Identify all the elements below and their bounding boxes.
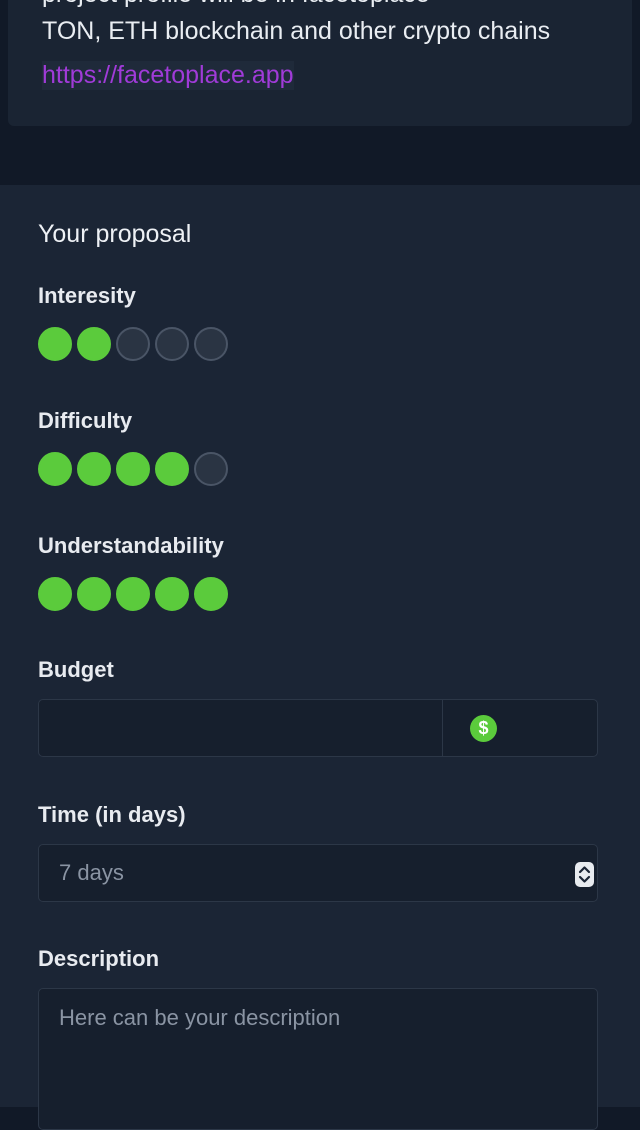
description-label: Description (38, 946, 160, 971)
budget-currency-addon: $ (442, 700, 598, 756)
rating-dot[interactable] (194, 327, 228, 361)
rating-dot[interactable] (77, 577, 111, 611)
project-info-card: project profile will be in facetoplace T… (8, 0, 632, 126)
understandability-label: Understandability (38, 533, 224, 558)
rating-dot[interactable] (77, 327, 111, 361)
rating-dot[interactable] (155, 577, 189, 611)
rating-dot[interactable] (38, 327, 72, 361)
rating-dot[interactable] (116, 452, 150, 486)
rating-dot[interactable] (77, 452, 111, 486)
rating-dot[interactable] (38, 452, 72, 486)
rating-dot[interactable] (155, 452, 189, 486)
rating-dot[interactable] (116, 327, 150, 361)
difficulty-label: Difficulty (38, 408, 133, 433)
rating-dot[interactable] (194, 577, 228, 611)
project-link[interactable]: https://facetoplace.app (42, 61, 294, 90)
interesity-label: Interesity (38, 283, 136, 308)
interesity-rating (38, 327, 233, 361)
understandability-rating (38, 577, 233, 611)
description-field (38, 988, 598, 1130)
rating-dot[interactable] (116, 577, 150, 611)
number-spinner-icon[interactable] (575, 862, 594, 887)
dollar-icon: $ (470, 715, 497, 742)
time-input[interactable] (39, 845, 559, 901)
time-field (38, 844, 598, 902)
rating-dot[interactable] (155, 327, 189, 361)
rating-dot[interactable] (194, 452, 228, 486)
project-description-clipped-line: project profile will be in facetoplace (42, 0, 430, 9)
difficulty-rating (38, 452, 233, 486)
budget-label: Budget (38, 657, 114, 682)
description-textarea[interactable] (39, 989, 597, 1129)
proposal-form: Your proposal Interesity Difficulty Unde… (0, 185, 640, 1130)
project-description-line: TON, ETH blockchain and other crypto cha… (42, 17, 551, 45)
form-title: Your proposal (38, 220, 192, 248)
rating-dot[interactable] (38, 577, 72, 611)
budget-field: $ (38, 699, 598, 757)
time-label: Time (in days) (38, 802, 186, 827)
budget-input[interactable] (39, 700, 441, 756)
